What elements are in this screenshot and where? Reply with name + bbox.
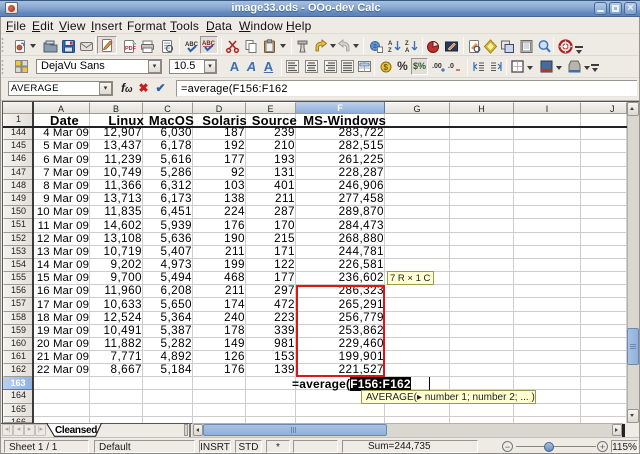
svg-text:A: A <box>388 41 393 47</box>
svg-text:Z: Z <box>405 41 409 47</box>
svg-text:.0: .0 <box>448 63 454 70</box>
svg-text:PDF: PDF <box>125 46 137 52</box>
svg-text:Z: Z <box>388 48 392 54</box>
svg-text:.00: .00 <box>432 63 442 70</box>
svg-text:ABC: ABC <box>185 42 199 48</box>
svg-text:A: A <box>405 48 410 54</box>
svg-text:$: $ <box>384 63 389 72</box>
svg-text:ABC: ABC <box>202 41 216 47</box>
